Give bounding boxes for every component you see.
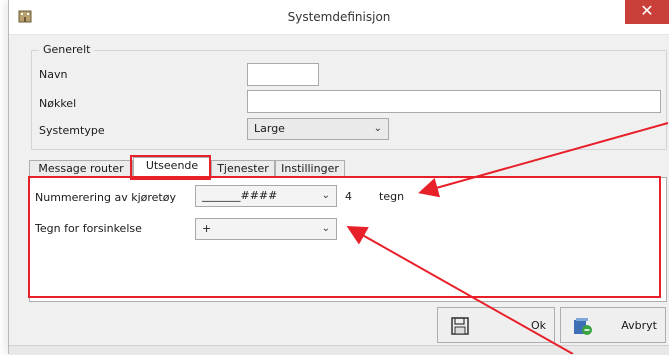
avbryt-button[interactable]: Avbryt <box>560 307 666 343</box>
ok-button[interactable]: Ok <box>437 307 555 343</box>
highlight-utseende-panel <box>28 176 661 298</box>
title-bar: Systemdefinisjon ✕ <box>9 0 669 35</box>
generelt-legend: Generelt <box>39 43 95 56</box>
avbryt-label: Avbryt <box>621 319 657 332</box>
systemtype-value: Large <box>254 122 285 135</box>
nokkel-input[interactable] <box>247 90 661 113</box>
nokkel-label: Nøkkel <box>39 97 77 110</box>
systemtype-label: Systemtype <box>39 124 105 137</box>
window-title: Systemdefinisjon <box>287 10 391 24</box>
systemtype-select[interactable]: Large ⌄ <box>247 118 389 140</box>
navn-label: Navn <box>39 68 68 81</box>
chevron-down-icon: ⌄ <box>373 123 382 134</box>
ok-label: Ok <box>530 319 546 332</box>
navn-input[interactable] <box>247 63 319 86</box>
save-disk-icon <box>451 317 469 335</box>
cancel-icon <box>574 318 592 335</box>
close-button[interactable]: ✕ <box>625 0 669 24</box>
close-icon: ✕ <box>640 1 654 20</box>
